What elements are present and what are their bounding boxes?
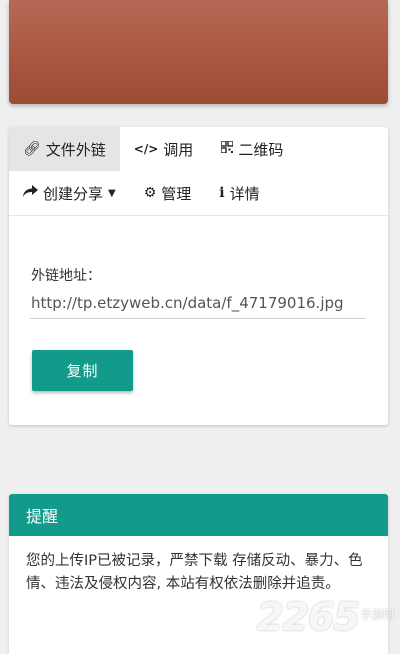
- tab-details[interactable]: i 详情: [205, 171, 273, 215]
- create-share-label: 创建分享: [43, 184, 104, 203]
- tab-row-primary: 🔗︎ 文件外链 </> 调用 二维码: [9, 127, 388, 171]
- notice-text: 您的上传IP已被记录，严禁下载 存储反动、暴力、色情、违法及侵权内容, 本站有权…: [26, 553, 363, 592]
- share-icon: [23, 185, 38, 201]
- tab-file-link-label: 文件外链: [45, 140, 106, 159]
- tab-embed-label: 调用: [163, 140, 194, 159]
- info-icon: i: [219, 185, 225, 201]
- notice-title: 提醒: [9, 494, 388, 536]
- link-panel: 🔗︎ 文件外链 </> 调用 二维码 创建分享 ▼ ⚙︎ 管理 i 详情 外链地…: [9, 127, 388, 425]
- caret-down-icon: ▼: [108, 187, 116, 199]
- link-address-label: 外链地址：: [31, 268, 101, 284]
- qrcode-icon: [220, 140, 235, 157]
- tab-row-secondary: 创建分享 ▼ ⚙︎ 管理 i 详情: [9, 171, 388, 216]
- tab-embed[interactable]: </> 调用: [120, 127, 208, 171]
- tab-manage[interactable]: ⚙︎ 管理: [130, 171, 206, 215]
- tab-manage-label: 管理: [161, 184, 192, 203]
- tab-qrcode-label: 二维码: [238, 140, 284, 159]
- tab-file-link[interactable]: 🔗︎ 文件外链: [9, 127, 120, 171]
- link-url-field[interactable]: [30, 287, 366, 319]
- link-icon: 🔗︎: [23, 141, 41, 157]
- watermark-suffix: 手游网: [361, 608, 394, 621]
- create-share-dropdown[interactable]: 创建分享 ▼: [9, 171, 130, 215]
- tab-details-label: 详情: [229, 184, 260, 203]
- tab-qrcode[interactable]: 二维码: [207, 127, 297, 171]
- uploaded-image-preview: [9, 0, 388, 104]
- site-watermark: 2265 手游网: [257, 598, 394, 636]
- copy-button[interactable]: 复制: [32, 350, 133, 391]
- watermark-number: 2265: [257, 595, 360, 639]
- code-icon: </>: [133, 142, 159, 156]
- gear-icon: ⚙︎: [143, 185, 157, 201]
